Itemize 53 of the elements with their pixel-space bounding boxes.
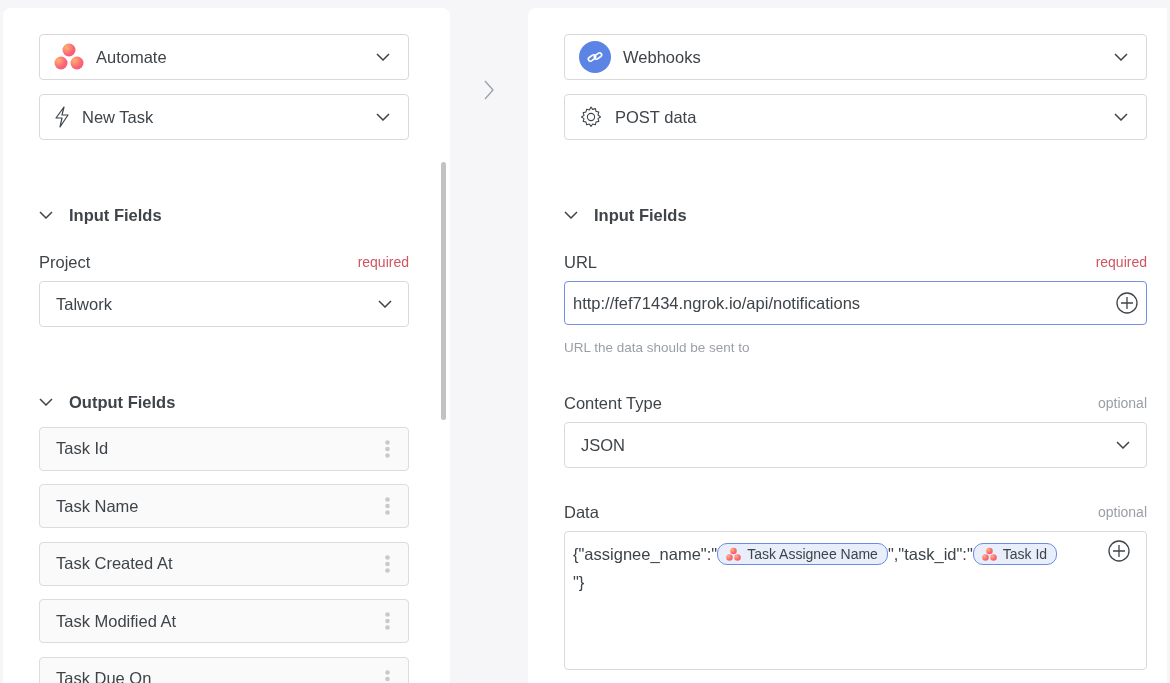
gear-icon bbox=[579, 105, 603, 129]
event-dropdown[interactable]: New Task bbox=[39, 94, 409, 140]
drag-handle-icon[interactable] bbox=[385, 497, 390, 515]
section-toggle[interactable]: Input Fields bbox=[564, 204, 1147, 226]
section-toggle[interactable]: Input Fields bbox=[39, 204, 409, 226]
project-dropdown[interactable]: Talwork bbox=[39, 281, 409, 327]
chevron-down-icon bbox=[378, 300, 392, 308]
output-field-item[interactable]: Task Id bbox=[39, 426, 409, 471]
chevron-down-icon bbox=[39, 398, 53, 406]
variable-token[interactable]: Task Assignee Name bbox=[717, 543, 888, 565]
chevron-down-icon bbox=[1116, 441, 1130, 449]
add-icon[interactable] bbox=[1108, 540, 1130, 562]
app-dropdown[interactable]: Webhooks bbox=[564, 34, 1147, 80]
field-label: URL bbox=[564, 252, 597, 272]
output-field-item[interactable]: Task Name bbox=[39, 484, 409, 528]
content-type-dropdown[interactable]: JSON bbox=[564, 422, 1147, 468]
drag-handle-icon[interactable] bbox=[385, 612, 390, 630]
requirement-label: required bbox=[357, 254, 409, 270]
chevron-down-icon bbox=[376, 53, 390, 61]
data-text: ","task_id":" bbox=[887, 544, 973, 564]
drag-handle-icon[interactable] bbox=[385, 439, 390, 458]
three-dots-logo-icon bbox=[54, 42, 84, 72]
chevron-right-icon bbox=[484, 80, 494, 100]
output-field-item[interactable]: Task Modified At bbox=[39, 599, 409, 643]
chevron-down-icon bbox=[1114, 113, 1128, 121]
field-hint: URL the data should be sent to bbox=[564, 340, 751, 356]
data-text: {"assignee_name":" bbox=[573, 544, 718, 564]
app-dropdown[interactable]: Automate bbox=[39, 34, 409, 80]
link-icon bbox=[579, 41, 611, 73]
data-text: "} bbox=[573, 572, 585, 592]
requirement-label: optional bbox=[1097, 395, 1147, 411]
field-label: Data bbox=[564, 502, 599, 522]
drag-handle-icon[interactable] bbox=[385, 554, 390, 573]
chevron-down-icon bbox=[1114, 53, 1128, 61]
drag-handle-icon[interactable] bbox=[385, 669, 390, 683]
field-label: Content Type bbox=[564, 393, 662, 413]
three-dots-logo-icon bbox=[726, 546, 742, 562]
requirement-label: required bbox=[1095, 254, 1147, 270]
scrollbar[interactable] bbox=[441, 162, 446, 420]
variable-token[interactable]: Task Id bbox=[972, 543, 1058, 565]
event-dropdown[interactable]: POST data bbox=[564, 94, 1147, 140]
data-input-field[interactable]: {"assignee_name":" Task Assignee Name ","task_id":" Task Id "} bbox=[564, 531, 1147, 670]
three-dots-logo-icon bbox=[981, 546, 997, 562]
lightning-icon bbox=[54, 106, 70, 128]
output-field-item[interactable]: Task Created At bbox=[39, 541, 409, 586]
chevron-down-icon bbox=[39, 211, 53, 219]
chevron-down-icon bbox=[376, 113, 390, 121]
section-toggle[interactable]: Output Fields bbox=[39, 391, 409, 413]
field-label: Project bbox=[39, 252, 91, 272]
requirement-label: optional bbox=[1097, 504, 1147, 520]
add-icon[interactable] bbox=[1116, 292, 1138, 314]
chevron-down-icon bbox=[564, 211, 578, 219]
url-input-field[interactable]: http://fef71434.ngrok.io/api/notifications bbox=[564, 281, 1147, 325]
